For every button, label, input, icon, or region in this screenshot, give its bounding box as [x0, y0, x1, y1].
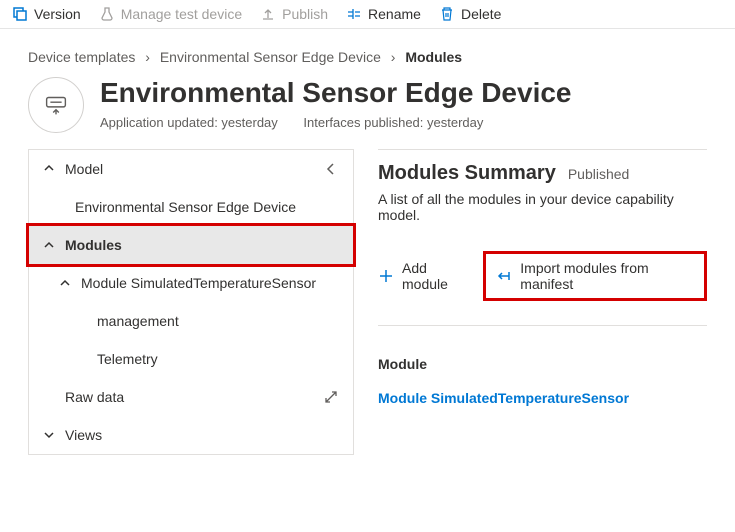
tree-item-telemetry[interactable]: Telemetry — [29, 340, 353, 378]
add-module-button[interactable]: Add module — [378, 260, 471, 292]
import-modules-label: Import modules from manifest — [520, 260, 694, 292]
rename-icon — [346, 6, 362, 22]
tree-label-device: Environmental Sensor Edge Device — [75, 199, 296, 215]
device-template-icon — [28, 77, 84, 133]
tree-item-views[interactable]: Views — [29, 416, 353, 454]
summary-title: Modules Summary — [378, 162, 556, 185]
tree-label-modules: Modules — [65, 237, 122, 253]
chevron-up-icon — [43, 239, 55, 251]
module-link[interactable]: Module SimulatedTemperatureSensor — [378, 390, 707, 406]
breadcrumb-root[interactable]: Device templates — [28, 49, 135, 65]
chevron-down-icon — [43, 429, 55, 441]
tree-label-telemetry: Telemetry — [97, 351, 158, 367]
add-module-label: Add module — [402, 260, 471, 292]
version-button[interactable]: Version — [12, 6, 81, 22]
meta-updated: Application updated: yesterday — [100, 115, 278, 130]
tree-label-module-sim: Module SimulatedTemperatureSensor — [81, 275, 316, 291]
delete-label: Delete — [461, 6, 501, 22]
trash-icon — [439, 6, 455, 22]
manage-label: Manage test device — [121, 6, 242, 22]
delete-button[interactable]: Delete — [439, 6, 501, 22]
breadcrumb-current: Modules — [405, 49, 462, 65]
modules-summary-panel: Modules Summary Published A list of all … — [378, 149, 707, 406]
breadcrumb-device[interactable]: Environmental Sensor Edge Device — [160, 49, 381, 65]
flask-icon — [99, 6, 115, 22]
publish-icon — [260, 6, 276, 22]
tree-item-modules[interactable]: Modules — [29, 226, 353, 264]
side-tree-panel: Model Environmental Sensor Edge Device M… — [28, 149, 354, 455]
collapse-left-icon[interactable] — [323, 161, 339, 177]
tree-item-model[interactable]: Model — [29, 150, 353, 188]
chevron-up-icon — [43, 161, 55, 177]
breadcrumb: Device templates › Environmental Sensor … — [28, 49, 707, 65]
top-toolbar: Version Manage test device Publish Renam… — [0, 0, 735, 29]
version-label: Version — [34, 6, 81, 22]
import-icon — [496, 268, 512, 284]
version-icon — [12, 6, 28, 22]
summary-description: A list of all the modules in your device… — [378, 191, 707, 223]
manage-test-device-button: Manage test device — [99, 6, 242, 22]
plus-icon — [378, 268, 394, 284]
expand-diagonal-icon[interactable] — [323, 389, 339, 405]
summary-status: Published — [568, 166, 630, 182]
chevron-up-icon — [59, 277, 71, 289]
rename-label: Rename — [368, 6, 421, 22]
page-meta: Application updated: yesterday Interface… — [100, 115, 572, 130]
tree-label-management: management — [97, 313, 179, 329]
publish-label: Publish — [282, 6, 328, 22]
tree-label-views: Views — [65, 427, 102, 443]
tree-item-management[interactable]: management — [29, 302, 353, 340]
meta-published: Interfaces published: yesterday — [303, 115, 483, 130]
tree-label-model: Model — [65, 161, 103, 177]
page-title: Environmental Sensor Edge Device — [100, 77, 572, 109]
publish-button: Publish — [260, 6, 328, 22]
chevron-right-icon: › — [391, 49, 396, 65]
page-header: Environmental Sensor Edge Device Applica… — [28, 77, 707, 133]
import-modules-button[interactable]: Import modules from manifest — [496, 260, 694, 292]
tree-label-raw-data: Raw data — [65, 389, 124, 405]
tree-item-module-sim[interactable]: Module SimulatedTemperatureSensor — [29, 264, 353, 302]
tree-item-raw-data[interactable]: Raw data — [29, 378, 353, 416]
chevron-right-icon: › — [145, 49, 150, 65]
rename-button[interactable]: Rename — [346, 6, 421, 22]
module-section-title: Module — [378, 356, 707, 372]
tree-item-device[interactable]: Environmental Sensor Edge Device — [29, 188, 353, 226]
